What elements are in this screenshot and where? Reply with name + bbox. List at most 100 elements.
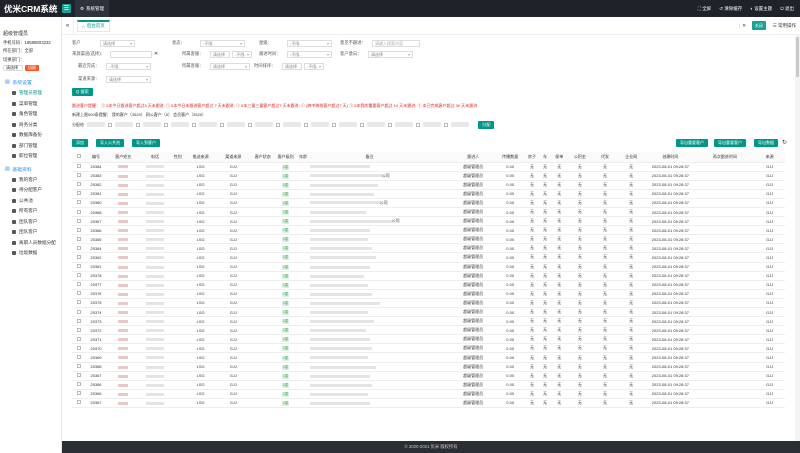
row-checkbox[interactable] [76,318,81,323]
sidebar-item-3[interactable]: 所有客户 [0,206,61,217]
row-checkbox[interactable] [76,173,81,178]
row-checkbox[interactable] [76,291,81,296]
top-action-0[interactable]: ⛶ 全屏 [698,6,711,12]
table-row[interactable]: 25368 LSG GJJ 1星 超级管理员 0.00 无 无 无 无 无 无 2023-08-01 0… [72,362,785,372]
sidebar-item-4[interactable]: 数据库备份 [0,130,61,141]
row-checkbox[interactable] [76,391,81,396]
row-checkbox[interactable] [76,400,81,405]
channel-input[interactable] [110,50,152,58]
table-row[interactable]: 25380 LSG GJJ 1星 公司 超级管理员 0.00 无 无 无 无 无 无 2023-08-01… [72,198,785,208]
sidebar-item-4[interactable]: 团队客户 [0,217,61,228]
table-row[interactable]: 25364 LSG GJJ 1星 超级管理员 0.00 无 无 无 无 无 无 2023-08-01 0… [72,243,785,254]
table-row[interactable]: 25362 LSG GJJ 1星 超级管理员 0.00 无 无 无 无 无 无 2023-08-01 0… [72,252,785,263]
clear-icon[interactable]: ✕ [154,51,158,57]
row-checkbox[interactable] [76,164,81,169]
distribute-checkbox[interactable] [192,122,196,127]
table-row[interactable]: 25377 LSG GJJ 1星 超级管理员 0.00 无 无 无 无 无 无 2023-08-01 0… [72,280,785,290]
table-row[interactable]: 25367 LSG GJJ 1星 超级管理员 0.00 无 无 无 无 无 无 2023-08-01 0… [72,371,785,381]
row-checkbox[interactable] [76,273,81,278]
scrollbar-thumb[interactable] [796,37,799,77]
table-row[interactable]: 25376 LSG GJJ 1星 超级管理员 0.00 无 无 无 无 无 无 2023-08-01 0… [72,289,785,299]
export-important-button[interactable]: 导出重要客户 [676,139,708,147]
status-select[interactable]: -不限- ▾ [200,39,245,47]
menu-toggle-icon[interactable]: ☰ [62,4,71,13]
sidebar-item-6[interactable]: 职位管理 [0,151,61,162]
top-tab-system[interactable]: ⚙ 系统管理 [75,0,110,17]
row-checkbox[interactable] [76,218,81,223]
row-checkbox[interactable] [76,336,81,341]
sidebar-item-0[interactable]: 管理员管理 [0,88,61,99]
distribute-checkbox[interactable] [332,122,336,127]
nav-group-header[interactable]: ▤ 系统设置 [0,77,61,88]
distribute-checkbox[interactable] [444,122,448,127]
export-data-button[interactable]: 导出数据 [754,139,778,147]
row-checkbox[interactable] [76,182,81,187]
distribute-checkbox[interactable] [304,122,308,127]
row-checkbox[interactable] [76,227,81,232]
search-button[interactable]: Q 搜索 [72,88,93,96]
nav-group-header[interactable]: ▤ 基础资料 [0,164,61,175]
table-row[interactable]: 25382 LSG GJJ 1星 超级管理员 0.00 无 无 无 无 无 无 2023-08-01 0… [72,180,785,190]
table-row[interactable]: 25365 LSG GJJ 1星 超级管理员 0.00 无 无 无 无 无 无 2023-08-01 0… [72,389,785,399]
star-select[interactable]: -不限- ▾ [287,39,332,47]
sidebar-item-5[interactable]: 团队客户 [0,227,61,238]
sidebar-item-2[interactable]: 角色管理 [0,109,61,120]
sidebar-item-3[interactable]: 商务分类 [0,120,61,131]
row-checkbox[interactable] [76,236,81,241]
distribute-checkbox[interactable] [360,122,364,127]
add-button[interactable]: 添加 [72,139,88,147]
row-checkbox[interactable] [76,245,81,250]
export-normal-button[interactable]: 导出重要客户 [714,139,746,147]
sidebar-item-7[interactable]: 垃圾数据 [0,248,61,259]
import-pool-button[interactable]: 导入公共池 [96,139,124,147]
sidebar-item-6[interactable]: 离职人员数据分配 [0,238,61,249]
table-row[interactable]: 25366 LSG GJJ 1星 超级管理员 0.00 无 无 无 无 无 无 2023-08-01 0… [72,225,785,236]
sidebar-item-2[interactable]: 公共池 [0,196,61,207]
distribute-checkbox[interactable] [108,122,112,127]
common-ops-button[interactable]: ☰ 常用操作 [769,23,800,29]
row-checkbox[interactable] [76,264,81,269]
agent-select[interactable]: 请选择 [210,50,230,58]
main-scrollbar[interactable] [795,35,800,441]
time-sort-select[interactable]: 请选择 [282,62,302,70]
distribute-checkbox[interactable] [136,122,140,127]
keyword-input[interactable]: 请输入搜索内容 [372,39,420,47]
table-row[interactable]: 25384 LSG GJJ 1星 超级管理员 0.00 无 无 无 无 无 无 2023-08-01 0… [72,162,785,172]
dept-switch-button[interactable]: 切换 [25,65,39,71]
distribute-checkbox[interactable] [388,122,392,127]
select-all-checkbox[interactable] [76,154,81,159]
time-sort-select-2[interactable]: -不限- ▾ [304,62,324,70]
row-checkbox[interactable] [76,200,81,205]
agent-select-2[interactable]: -不限- ▾ [232,50,252,58]
agent-b-select[interactable]: 请选择 ▾ [210,62,250,70]
distribute-checkbox[interactable] [164,122,168,127]
table-row[interactable]: 25368 LSG GJJ 1星 超级管理员 0.00 无 无 无 无 无 无 2023-08-01 0… [72,207,785,218]
tab-prev-icon[interactable]: « [62,16,74,35]
top-action-3[interactable]: ⏻ 退出 [780,6,794,12]
tab-next-icon[interactable]: » [738,22,749,29]
distribute-checkbox[interactable] [220,122,224,127]
column-header[interactable] [72,152,86,163]
table-row[interactable]: 25373 LSG GJJ 1星 超级管理员 0.00 无 无 无 无 无 无 2023-08-01 0… [72,316,785,327]
row-checkbox[interactable] [76,282,81,287]
row-checkbox[interactable] [76,309,81,314]
table-row[interactable]: 25372 LSG GJJ 1星 超级管理员 0.00 无 无 无 无 无 无 2023-08-01 0… [72,325,785,336]
row-checkbox[interactable] [76,364,81,369]
sidebar-item-5[interactable]: 部门管理 [0,141,61,152]
row-checkbox[interactable] [76,254,81,259]
import-customer-button[interactable]: 导入到客户 [132,139,160,147]
table-row[interactable]: 25367 LSG GJJ 1星 公司 超级管理员 0.00 无 无 无 无 无 无 2023-08-01… [72,216,785,227]
source-select[interactable]: 请选择 ▾ [106,75,151,83]
row-checkbox[interactable] [76,382,81,387]
distribute-checkbox[interactable] [276,122,280,127]
table-row[interactable]: 25367 LSG GJJ 1星 超级管理员 0.00 无 无 无 无 无 无 2023-08-01 0… [72,398,785,409]
top-action-2[interactable]: ◐ 设置主题 [750,6,772,12]
dept-select[interactable]: 请选择 [3,65,23,71]
sidebar-item-0[interactable]: 我的客户 [0,175,61,186]
table-row[interactable]: 25361 LSG GJJ 1星 超级管理员 0.00 无 无 无 无 无 无 2023-08-01 0… [72,262,785,272]
sidebar-item-1[interactable]: 待分配客户 [0,185,61,196]
top-action-1[interactable]: ↺ 清除缓存 [719,6,742,12]
table-row[interactable]: 25365 LSG GJJ 1星 超级管理员 0.00 无 无 无 无 无 无 2023-08-01 0… [72,234,785,245]
table-row[interactable]: 25381 LSG GJJ 1星 超级管理员 0.00 无 无 无 无 无 无 2023-08-01 0… [72,189,785,199]
table-row[interactable]: 25366 LSG GJJ 1星 超级管理员 0.00 无 无 无 无 无 无 2023-08-01 0… [72,380,785,390]
